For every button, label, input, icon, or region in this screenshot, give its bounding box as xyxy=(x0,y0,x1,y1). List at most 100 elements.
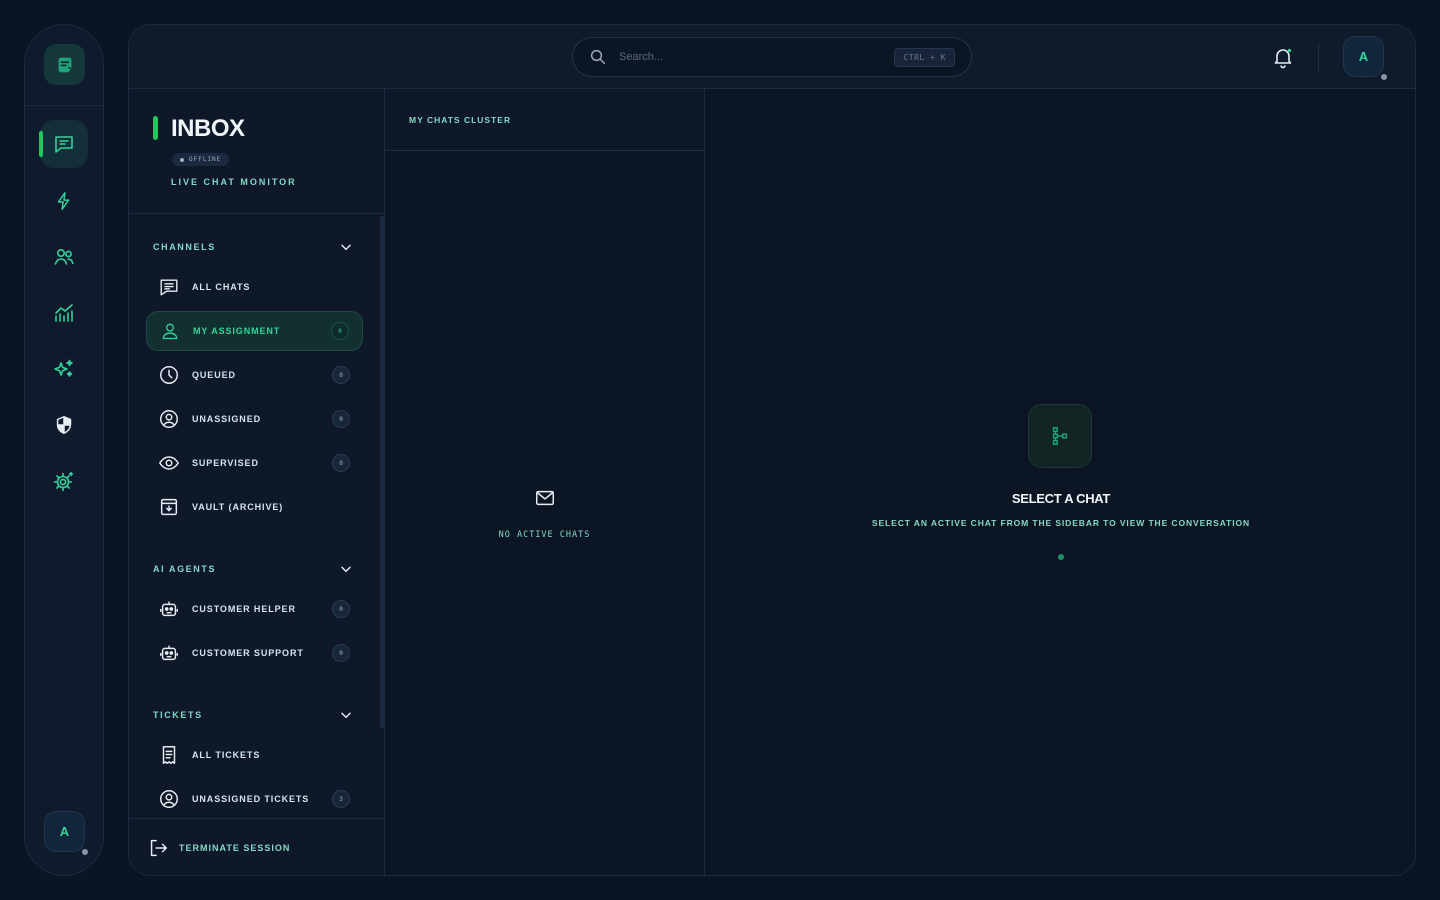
settings-icon xyxy=(53,471,74,492)
presence-dot xyxy=(1379,72,1389,82)
sidebar-subtitle: LIVE CHAT MONITOR xyxy=(171,177,297,187)
left-rail: A xyxy=(24,24,104,876)
sidebar-item-all-chats[interactable]: ALL CHATS xyxy=(146,267,363,307)
sidebar-header: INBOX OFFLINE LIVE CHAT MONITOR xyxy=(129,89,384,214)
sparkles-icon xyxy=(54,359,73,377)
chat-lines-icon xyxy=(160,279,178,296)
sidebar-item-label: QUEUED xyxy=(192,370,236,380)
status-text: OFFLINE xyxy=(189,156,222,163)
shield-icon xyxy=(56,416,72,434)
user-icon xyxy=(162,323,178,340)
user-circle-icon xyxy=(160,410,178,428)
count-badge: 3 xyxy=(332,790,350,808)
bell-icon xyxy=(1274,48,1292,69)
sidebar-item-customer-support[interactable]: CUSTOMER SUPPORT 0 xyxy=(146,633,363,673)
sidebar-item-label: ALL TICKETS xyxy=(192,750,261,760)
rail-nav-automation[interactable] xyxy=(40,177,88,225)
rail-nav-settings[interactable] xyxy=(40,457,88,505)
sidebar-item-customer-helper[interactable]: CUSTOMER HELPER 0 xyxy=(146,589,363,629)
user-circle-icon xyxy=(160,790,178,808)
count-badge: 0 xyxy=(332,644,350,662)
conversation-panel: SELECT A CHAT SELECT AN ACTIVE CHAT FROM… xyxy=(705,89,1415,875)
app-logo[interactable] xyxy=(44,44,85,85)
sidebar-item-label: ALL CHATS xyxy=(192,282,251,292)
count-badge: 0 xyxy=(332,410,350,428)
main-shell: CTRL + K A INBOX OFFLINE LIVE CHAT MONIT… xyxy=(128,24,1416,876)
clock-icon xyxy=(160,366,178,384)
count-badge: 0 xyxy=(332,366,350,384)
sidebar-item-vault[interactable]: VAULT (ARCHIVE) xyxy=(146,487,363,527)
terminate-session-label: TERMINATE SESSION xyxy=(179,843,291,853)
page-title: INBOX xyxy=(171,115,245,142)
search-shortcut-badge: CTRL + K xyxy=(894,47,955,67)
sidebar-item-label: VAULT (ARCHIVE) xyxy=(192,502,284,512)
sidebar-item-label: SUPERVISED xyxy=(192,458,259,468)
section-channels[interactable]: CHANNELS xyxy=(153,237,353,257)
conversation-empty-subtitle: SELECT AN ACTIVE CHAT FROM THE SIDEBAR T… xyxy=(871,518,1251,528)
chat-list-header: MY CHATS CLUSTER xyxy=(385,89,704,151)
avatar-initial: A xyxy=(1358,49,1369,64)
section-tickets[interactable]: TICKETS xyxy=(153,705,353,725)
rail-nav-contacts[interactable] xyxy=(40,233,88,281)
section-label: AI AGENTS xyxy=(153,564,217,574)
rail-user-avatar[interactable]: A xyxy=(44,811,90,857)
count-badge: 0 xyxy=(332,454,350,472)
robot-icon xyxy=(160,645,178,661)
lightning-icon xyxy=(57,192,70,210)
notifications-button[interactable] xyxy=(1271,45,1295,69)
conversation-placeholder-icon xyxy=(1028,404,1092,468)
receipt-icon xyxy=(162,746,176,764)
rail-avatar-initial: A xyxy=(59,824,70,839)
search-input[interactable] xyxy=(619,51,895,63)
chevron-down-icon xyxy=(341,566,351,573)
analytics-icon xyxy=(55,304,73,322)
logo-icon xyxy=(58,57,71,72)
hierarchy-icon xyxy=(1052,427,1068,445)
sidebar-item-label: CUSTOMER HELPER xyxy=(192,604,296,614)
sidebar-item-queued[interactable]: QUEUED 0 xyxy=(146,355,363,395)
section-label: TICKETS xyxy=(153,710,203,720)
logout-icon xyxy=(150,839,167,857)
empty-state: NO ACTIVE CHATS xyxy=(385,487,704,540)
search-bar[interactable]: CTRL + K xyxy=(572,37,972,77)
count-badge: 0 xyxy=(331,322,349,340)
sidebar-item-all-tickets[interactable]: ALL TICKETS xyxy=(146,735,363,775)
sidebar-scrollbar[interactable] xyxy=(380,216,384,728)
search-icon xyxy=(590,49,606,65)
section-ai-agents[interactable]: AI AGENTS xyxy=(153,559,353,579)
top-bar: CTRL + K A xyxy=(129,25,1415,89)
chevron-down-icon xyxy=(341,712,351,719)
sidebar-item-unassigned[interactable]: UNASSIGNED 0 xyxy=(146,399,363,439)
eye-icon xyxy=(158,456,180,470)
topbar-divider xyxy=(1318,43,1319,71)
chevron-down-icon xyxy=(341,244,351,251)
sidebar-item-supervised[interactable]: SUPERVISED 0 xyxy=(146,443,363,483)
chat-icon xyxy=(55,136,73,153)
robot-icon xyxy=(160,601,178,617)
rail-nav-chats[interactable] xyxy=(39,120,88,168)
title-accent-bar xyxy=(153,116,158,140)
status-dot xyxy=(180,157,184,162)
sidebar-item-label: UNASSIGNED xyxy=(192,414,262,424)
terminate-session-button[interactable]: TERMINATE SESSION xyxy=(129,818,384,875)
rail-divider xyxy=(25,105,103,106)
sidebar-item-my-assignment[interactable]: MY ASSIGNMENT 0 xyxy=(146,311,363,351)
archive-icon xyxy=(160,498,178,516)
rail-nav-analytics[interactable] xyxy=(40,289,88,337)
user-avatar[interactable]: A xyxy=(1343,36,1389,82)
mail-icon xyxy=(535,490,554,506)
status-badge: OFFLINE xyxy=(172,153,230,166)
sidebar-item-label: UNASSIGNED TICKETS xyxy=(192,794,310,804)
empty-state-text: NO ACTIVE CHATS xyxy=(498,530,591,540)
chat-list-title: MY CHATS CLUSTER xyxy=(409,115,512,125)
count-badge: 0 xyxy=(332,600,350,618)
sidebar-item-label: CUSTOMER SUPPORT xyxy=(192,648,304,658)
chat-list-panel: MY CHATS CLUSTER NO ACTIVE CHATS xyxy=(385,89,705,875)
loading-dot xyxy=(1058,554,1064,560)
rail-nav-security[interactable] xyxy=(40,401,88,449)
presence-dot xyxy=(80,847,90,857)
inbox-sidebar: INBOX OFFLINE LIVE CHAT MONITOR CHANNELS… xyxy=(129,89,385,875)
rail-nav-ai[interactable] xyxy=(40,345,88,393)
sidebar-item-label: MY ASSIGNMENT xyxy=(193,326,281,336)
sidebar-item-unassigned-tickets[interactable]: UNASSIGNED TICKETS 3 xyxy=(146,779,363,819)
